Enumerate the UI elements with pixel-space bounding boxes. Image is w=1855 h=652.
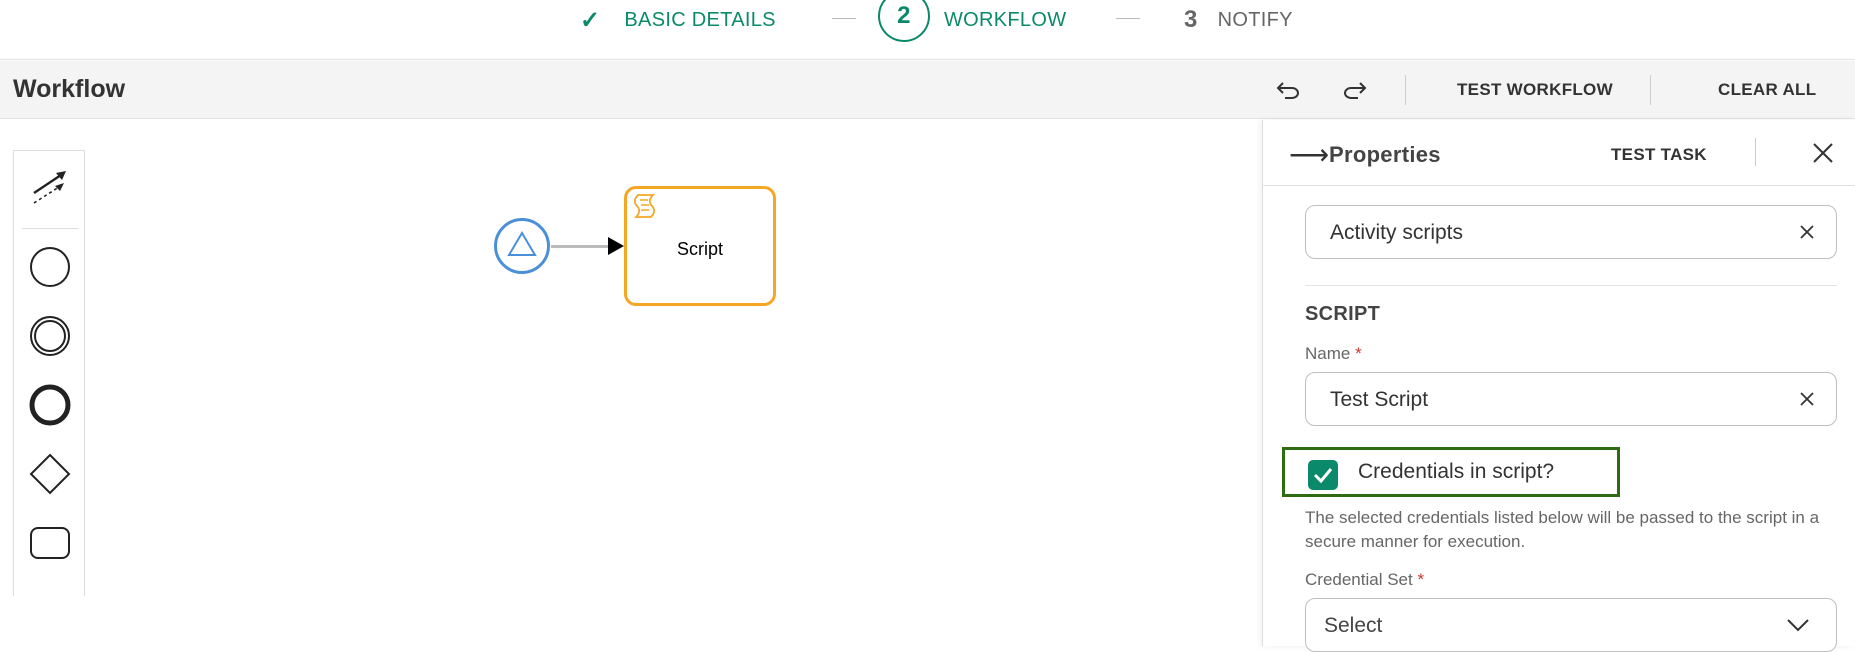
step-notify[interactable]: 3 NOTIFY [1184,0,1293,40]
step-number: 3 [1184,6,1198,33]
undo-icon[interactable] [1273,75,1303,105]
properties-panel: ⟶ Properties TEST TASK Activity scripts … [1262,120,1855,652]
collapse-arrow-icon[interactable]: ⟶ [1289,138,1329,171]
connect-tool-icon[interactable] [28,163,72,207]
step-basic-details[interactable]: ✓ BASIC DETAILS [580,0,776,40]
credentials-checkbox[interactable] [1308,460,1338,490]
clear-icon[interactable] [1796,388,1818,410]
toolbar-separator [1650,75,1651,105]
close-icon[interactable] [1808,138,1838,168]
flow-arrowhead [608,237,624,255]
script-task-node[interactable]: Script [624,186,776,306]
step-workflow[interactable]: 2 WORKFLOW [878,0,1067,42]
palette-divider [22,228,78,229]
step-label: WORKFLOW [944,8,1067,31]
credential-set-label-text: Credential Set [1305,570,1413,589]
credentials-help-text: The selected credentials listed below wi… [1305,508,1820,551]
name-label-text: Name [1305,344,1351,363]
required-marker: * [1417,570,1425,589]
step-separator [832,18,856,19]
credential-set-select[interactable]: Select [1305,598,1837,652]
panel-title: Properties [1329,142,1441,167]
page-title: Workflow [13,75,126,103]
name-label: Name * [1305,344,1362,364]
step-separator [1116,18,1140,19]
end-event-icon[interactable] [28,383,72,427]
step-number: 2 [878,0,930,42]
credentials-checkbox-row: Credentials in script? [1282,447,1620,497]
credential-set-label: Credential Set * [1305,570,1424,590]
test-task-button[interactable]: TEST TASK [1611,145,1707,165]
header-separator [1755,138,1756,166]
clear-all-button[interactable]: CLEAR ALL [1718,80,1816,100]
panel-header: ⟶ Properties TEST TASK [1263,120,1855,186]
task-type-field[interactable]: Activity scripts [1305,205,1837,259]
chevron-down-icon [1786,617,1810,638]
script-icon [633,193,657,224]
start-event-node[interactable] [494,218,550,274]
sequence-flow[interactable] [551,245,613,248]
credential-set-value: Select [1324,614,1383,637]
script-task-label: Script [676,239,723,259]
test-workflow-button[interactable]: TEST WORKFLOW [1457,80,1613,100]
gateway-icon[interactable] [28,452,72,496]
section-title: SCRIPT [1305,303,1381,325]
required-marker: * [1355,344,1362,363]
section-divider [1305,285,1837,286]
task-type-value: Activity scripts [1330,221,1464,244]
shape-palette [13,150,85,596]
clear-icon[interactable] [1796,221,1818,243]
intermediate-event-icon[interactable] [28,314,72,358]
start-event-icon[interactable] [28,245,72,289]
task-icon[interactable] [28,521,72,565]
stepper: ✓ BASIC DETAILS 2 WORKFLOW 3 NOTIFY [0,0,1855,60]
toolbar-separator [1405,75,1406,105]
name-value: Test Script [1330,388,1429,411]
redo-icon[interactable] [1340,75,1370,105]
name-input[interactable]: Test Script [1305,372,1837,426]
workflow-toolbar: Workflow TEST WORKFLOW CLEAR ALL [0,61,1855,119]
step-label: BASIC DETAILS [624,8,776,31]
credentials-checkbox-label[interactable]: Credentials in script? [1358,460,1554,484]
checkmark-icon: ✓ [580,6,601,34]
step-label: NOTIFY [1217,8,1293,31]
